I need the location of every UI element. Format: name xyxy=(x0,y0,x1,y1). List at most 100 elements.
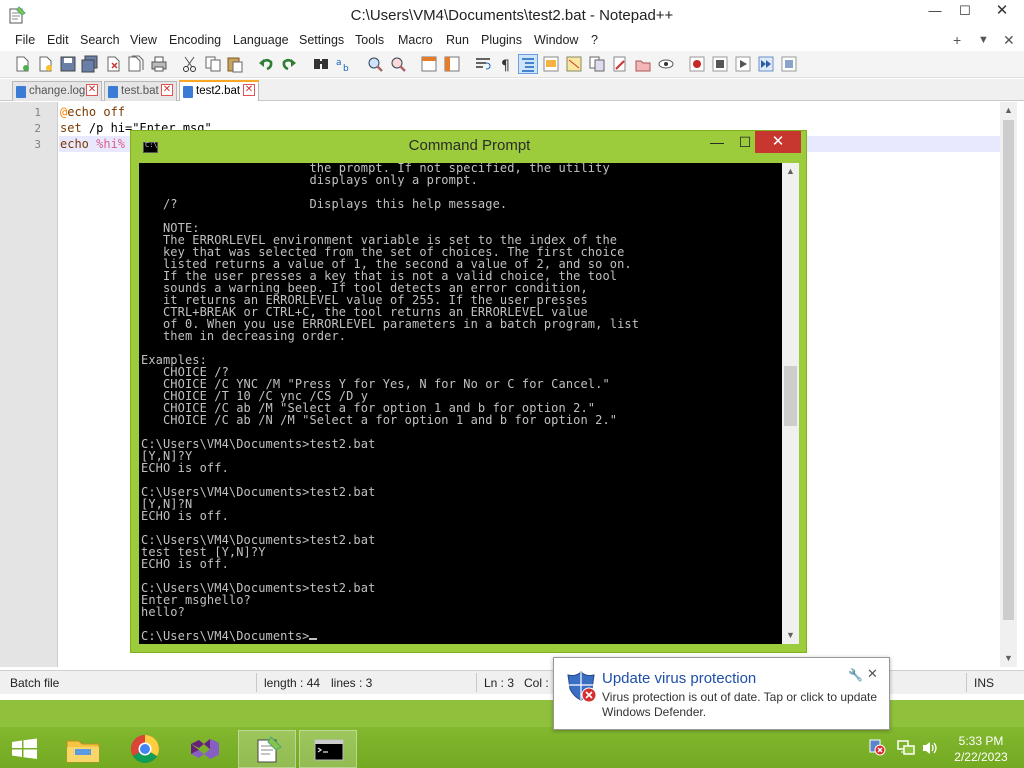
visual-studio-icon[interactable] xyxy=(177,730,233,768)
notepad-plus-plus-icon xyxy=(257,736,282,763)
svg-text:¶: ¶ xyxy=(501,58,510,73)
menu-file[interactable]: File xyxy=(15,33,35,47)
open-file-icon[interactable] xyxy=(36,55,54,73)
status-separator xyxy=(476,673,477,692)
menu-run[interactable]: Run xyxy=(446,33,469,47)
menu-encoding[interactable]: Encoding xyxy=(169,33,221,47)
copy-icon[interactable] xyxy=(204,55,222,73)
play-macro-icon[interactable] xyxy=(734,55,752,73)
code-line-3[interactable]: echo %hi% xyxy=(60,137,125,151)
minimize-button[interactable]: — xyxy=(703,133,731,153)
save-all-icon[interactable] xyxy=(81,55,99,73)
editor-vertical-scrollbar[interactable]: ▲ ▼ xyxy=(1000,102,1017,667)
find-icon[interactable] xyxy=(312,55,330,73)
run-macro-multiple-icon[interactable] xyxy=(757,55,775,73)
menu-macro[interactable]: Macro xyxy=(398,33,433,47)
user-language-icon[interactable] xyxy=(542,55,560,73)
menu-edit[interactable]: Edit xyxy=(47,33,69,47)
notification-close-button[interactable]: ✕ xyxy=(867,666,878,682)
new-tab-button[interactable]: + xyxy=(953,32,961,48)
zoom-in-icon[interactable] xyxy=(366,55,384,73)
console-output[interactable]: the prompt. If not specified, the utilit… xyxy=(139,163,782,644)
close-button[interactable]: ✕ xyxy=(980,0,1024,24)
tab-close-icon[interactable]: ✕ xyxy=(243,84,255,96)
console-prompt: C:\Users\VM4\Documents> xyxy=(141,629,310,643)
close-file-icon[interactable] xyxy=(104,55,122,73)
menu-bar: File Edit Search View Encoding Language … xyxy=(0,31,1024,51)
function-list-icon[interactable] xyxy=(588,55,606,73)
defender-alert-tray-icon[interactable] xyxy=(868,738,886,756)
indent-guide-icon[interactable] xyxy=(518,54,538,74)
clock-time: 5:33 PM xyxy=(958,734,1004,748)
tab-list-button[interactable]: ▼ xyxy=(978,34,989,46)
word-wrap-icon[interactable] xyxy=(474,55,492,73)
replace-icon[interactable]: ab xyxy=(335,55,353,73)
document-map-icon[interactable] xyxy=(565,55,583,73)
scroll-up-arrow-icon[interactable]: ▲ xyxy=(1000,102,1017,119)
close-all-icon[interactable] xyxy=(127,55,145,73)
file-type-label: Batch file xyxy=(10,676,60,690)
console-vertical-scrollbar[interactable]: ▲ ▼ xyxy=(782,163,799,644)
settings-wrench-icon[interactable]: 🔧 xyxy=(848,668,863,682)
show-all-characters-icon[interactable]: ¶ xyxy=(497,55,515,73)
scrollbar-thumb[interactable] xyxy=(784,366,797,426)
line-number: 1 xyxy=(34,106,41,119)
windows-defender-shield-icon xyxy=(567,671,597,703)
tab-close-icon[interactable]: ✕ xyxy=(161,84,173,96)
tab-label: test2.bat xyxy=(196,85,241,97)
scroll-down-arrow-icon[interactable]: ▼ xyxy=(782,627,799,644)
windows-start-icon[interactable] xyxy=(0,730,50,768)
folder-as-workspace-icon[interactable] xyxy=(611,55,629,73)
column-position-label: Col : xyxy=(524,676,549,690)
command-prompt-taskbar-button[interactable] xyxy=(299,730,357,768)
close-document-button[interactable]: ✕ xyxy=(1003,32,1015,49)
stop-recording-icon[interactable] xyxy=(711,55,729,73)
new-file-icon[interactable] xyxy=(13,55,31,73)
menu-help[interactable]: ? xyxy=(591,33,598,47)
redo-icon[interactable] xyxy=(280,55,298,73)
zoom-out-icon[interactable] xyxy=(389,55,407,73)
notification-toast[interactable]: Update virus protection Virus protection… xyxy=(553,657,890,730)
menu-window[interactable]: Window xyxy=(534,33,578,47)
print-icon[interactable] xyxy=(150,55,168,73)
close-button[interactable]: ✕ xyxy=(755,131,801,153)
tab-test2-bat[interactable]: test2.bat ✕ xyxy=(179,80,259,101)
code-line-1[interactable]: @echo off xyxy=(60,105,125,119)
sync-vertical-icon[interactable] xyxy=(420,55,438,73)
minimize-button[interactable]: — xyxy=(920,0,950,24)
lines-label: lines : 3 xyxy=(331,676,373,690)
maximize-button[interactable]: ☐ xyxy=(950,0,980,24)
notepad-plus-plus-taskbar-button[interactable] xyxy=(238,730,296,768)
tab-test-bat[interactable]: test.bat ✕ xyxy=(104,81,177,101)
menu-search[interactable]: Search xyxy=(80,33,120,47)
menu-tools[interactable]: Tools xyxy=(355,33,384,47)
length-label: length : 44 xyxy=(264,676,321,690)
undo-icon[interactable] xyxy=(257,55,275,73)
speaker-volume-icon[interactable] xyxy=(921,740,939,756)
eye-icon[interactable] xyxy=(657,55,675,73)
cut-icon[interactable] xyxy=(181,55,199,73)
menu-plugins[interactable]: Plugins xyxy=(481,33,522,47)
text-cursor xyxy=(309,638,318,640)
menu-settings[interactable]: Settings xyxy=(299,33,344,47)
monitoring-icon[interactable] xyxy=(634,55,652,73)
save-icon[interactable] xyxy=(59,55,77,73)
status-separator xyxy=(966,673,967,692)
sync-horizontal-icon[interactable] xyxy=(443,55,461,73)
save-macro-icon[interactable] xyxy=(780,55,798,73)
scroll-up-arrow-icon[interactable]: ▲ xyxy=(782,163,799,180)
title-bar[interactable]: C:\Users\VM4\Documents\test2.bat - Notep… xyxy=(0,0,1024,31)
tab-close-icon[interactable]: ✕ xyxy=(86,84,98,96)
system-clock[interactable]: 5:33 PM 2/22/2023 xyxy=(945,733,1017,765)
menu-view[interactable]: View xyxy=(130,33,157,47)
scrollbar-thumb[interactable] xyxy=(1003,120,1014,620)
paste-icon[interactable] xyxy=(226,55,244,73)
tab-change-log[interactable]: change.log ✕ xyxy=(12,81,102,101)
network-icon[interactable] xyxy=(897,740,915,756)
scroll-down-arrow-icon[interactable]: ▼ xyxy=(1000,650,1017,667)
chrome-icon[interactable] xyxy=(117,730,173,768)
file-explorer-icon[interactable] xyxy=(55,730,111,768)
record-macro-icon[interactable] xyxy=(688,55,706,73)
menu-language[interactable]: Language xyxy=(233,33,289,47)
svg-text:a: a xyxy=(336,58,342,68)
